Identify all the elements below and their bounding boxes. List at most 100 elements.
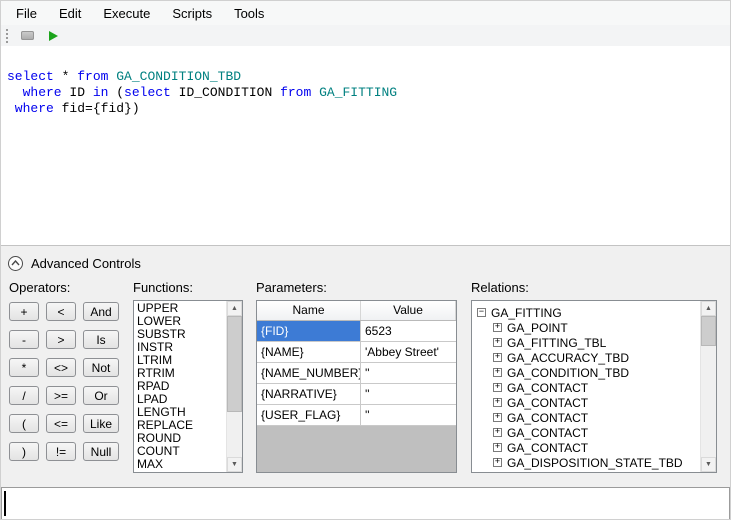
tree-item-label: GA_CONTACT [507, 380, 589, 395]
expand-icon[interactable]: + [493, 368, 502, 377]
scroll-down-button[interactable]: ▼ [701, 457, 716, 472]
operator-button[interactable]: < [46, 302, 76, 321]
menu-bar: File Edit Execute Scripts Tools [1, 1, 730, 25]
parameter-value-cell[interactable]: '' [361, 405, 456, 425]
scroll-down-button[interactable]: ▼ [227, 457, 242, 472]
sql-token: select [124, 85, 179, 100]
parameter-value-cell[interactable]: '' [361, 384, 456, 404]
parameter-row: {NAME_NUMBER} '' [257, 363, 456, 384]
parameter-value-cell[interactable]: '' [361, 363, 456, 383]
menu-item-tools[interactable]: Tools [223, 1, 275, 25]
parameter-name-cell[interactable]: {NAME_NUMBER} [257, 363, 361, 383]
tree-item[interactable]: + GA_FITTING_TBL [477, 335, 700, 350]
operator-button[interactable]: And [83, 302, 119, 321]
operator-button[interactable]: <> [46, 358, 76, 377]
tree-item-label: GA_POINT [507, 320, 568, 335]
expand-icon[interactable]: + [493, 428, 502, 437]
sql-editor[interactable]: select * from GA_CONDITION_TBD where ID … [1, 46, 730, 246]
scroll-thumb[interactable] [701, 316, 716, 346]
parameter-row: {NAME} 'Abbey Street' [257, 342, 456, 363]
text-caret [4, 491, 6, 516]
sql-token: ID_CONDITION [178, 85, 281, 100]
parameter-value-cell[interactable]: 6523 [361, 321, 456, 341]
tree-item-label: GA_DISPOSITION_STATE_TBD [507, 455, 683, 470]
operator-button[interactable]: Like [83, 414, 119, 433]
function-item[interactable]: MAX [137, 458, 226, 471]
operator-button[interactable]: Not [83, 358, 119, 377]
menu-item-file[interactable]: File [5, 1, 48, 25]
expand-icon[interactable]: + [493, 338, 502, 347]
relations-scrollbar[interactable]: ▲ ▼ [700, 301, 716, 472]
play-icon [48, 30, 58, 41]
expand-icon[interactable]: + [493, 398, 502, 407]
operator-button[interactable]: - [9, 330, 39, 349]
tree-item-label: GA_ACCURACY_TBD [507, 350, 630, 365]
parameter-value-cell[interactable]: 'Abbey Street' [361, 342, 456, 362]
toolbar-grip[interactable] [6, 28, 8, 43]
operator-button[interactable]: ) [9, 442, 39, 461]
tree-item[interactable]: + GA_POINT [477, 320, 700, 335]
menu-item-execute[interactable]: Execute [92, 1, 161, 25]
collapse-icon[interactable]: − [477, 308, 486, 317]
sql-token: ID [69, 85, 93, 100]
parameter-name-cell[interactable]: {FID} [257, 321, 361, 341]
tree-item[interactable]: + GA_CONTACT [477, 410, 700, 425]
run-button[interactable] [44, 27, 62, 44]
operator-button[interactable]: != [46, 442, 76, 461]
operator-button[interactable]: ( [9, 414, 39, 433]
sql-token: * [53, 69, 78, 84]
advanced-controls-toggle[interactable] [8, 255, 23, 271]
operator-button[interactable]: Null [83, 442, 119, 461]
operator-button[interactable]: * [9, 358, 39, 377]
connect-icon [20, 31, 34, 40]
scroll-thumb[interactable] [227, 316, 242, 412]
connect-button[interactable] [18, 27, 36, 44]
tree-content: − GA_FITTING + GA_POINT + GA_FITTING_TBL +… [477, 305, 700, 470]
tree-item[interactable]: + GA_DISPOSITION_STATE_TBD [477, 455, 700, 470]
parameter-name-cell[interactable]: {NARRATIVE} [257, 384, 361, 404]
operator-button[interactable]: >= [46, 386, 76, 405]
parameter-name-cell[interactable]: {NAME} [257, 342, 361, 362]
functions-scrollbar[interactable]: ▲ ▼ [226, 301, 242, 472]
sql-token: ( [116, 85, 125, 100]
menu-item-scripts[interactable]: Scripts [161, 1, 223, 25]
tree-item[interactable]: + GA_CONDITION_TBD [477, 365, 700, 380]
operator-button[interactable]: + [9, 302, 39, 321]
tree-item-root[interactable]: − GA_FITTING [477, 305, 700, 320]
expand-icon[interactable]: + [493, 323, 502, 332]
tree-item[interactable]: + GA_CONTACT [477, 440, 700, 455]
expand-icon[interactable]: + [493, 443, 502, 452]
tree-item[interactable]: + GA_ACCURACY_TBD [477, 350, 700, 365]
column-header-name[interactable]: Name [257, 301, 361, 320]
tree-item[interactable]: + GA_CONTACT [477, 425, 700, 440]
sql-token: GA_FITTING [319, 85, 398, 100]
column-header-value[interactable]: Value [361, 301, 456, 320]
operator-button[interactable]: Is [83, 330, 119, 349]
parameter-name-cell[interactable]: {USER_FLAG} [257, 405, 361, 425]
parameter-row: {USER_FLAG} '' [257, 405, 456, 426]
operator-button[interactable]: > [46, 330, 76, 349]
expand-icon[interactable]: + [493, 383, 502, 392]
expand-icon[interactable]: + [493, 413, 502, 422]
sql-token: where [7, 101, 62, 116]
tree-item[interactable]: + GA_CONTACT [477, 395, 700, 410]
tree-item-label: GA_CONTACT [507, 440, 589, 455]
tree-item[interactable]: + GA_CONTACT [477, 380, 700, 395]
menu-item-edit[interactable]: Edit [48, 1, 92, 25]
operator-button[interactable]: <= [46, 414, 76, 433]
operator-button[interactable]: / [9, 386, 39, 405]
toolbar [1, 25, 730, 47]
advanced-controls-header: Advanced Controls [8, 253, 141, 273]
parameters-header-row: Name Value [257, 301, 456, 321]
expand-icon[interactable]: + [493, 458, 502, 467]
message-input[interactable] [1, 487, 730, 519]
expand-icon[interactable]: + [493, 353, 502, 362]
scroll-up-button[interactable]: ▲ [227, 301, 242, 316]
advanced-controls-label: Advanced Controls [31, 255, 141, 271]
arrow-down-icon: ▼ [705, 461, 712, 468]
chevron-up-icon [11, 260, 20, 266]
scroll-up-button[interactable]: ▲ [701, 301, 716, 316]
operator-button[interactable]: Or [83, 386, 119, 405]
parameter-row: {NARRATIVE} '' [257, 384, 456, 405]
sql-line: where fid={fid}) [7, 101, 730, 117]
